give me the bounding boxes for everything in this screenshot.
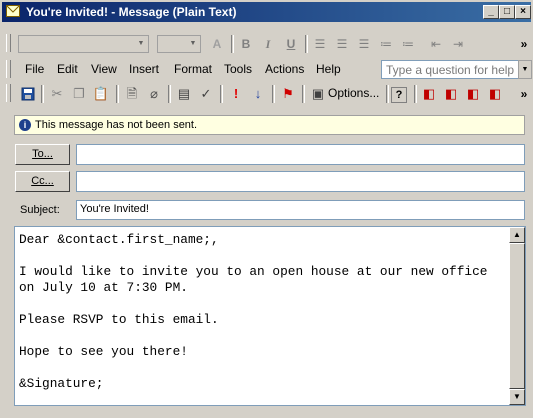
window-title: You're Invited! - Message (Plain Text) [26,5,237,19]
menu-bar: File Edit View Insert Format Tools Actio… [0,56,533,82]
cc-button[interactable]: Cc... [15,171,70,192]
copy-icon[interactable]: ❐ [70,85,88,103]
save-icon[interactable] [19,85,37,103]
menu-insert[interactable]: Insert [129,62,159,76]
align-center-icon[interactable]: ☰ [334,35,350,53]
toolbar-grip[interactable] [6,34,11,52]
align-right-icon[interactable]: ☰ [356,35,372,53]
cc-button-label: Cc... [31,175,54,187]
menu-edit[interactable]: Edit [57,62,78,76]
toolbar-separator [305,35,308,53]
address-book-icon[interactable]: ▤ [175,85,193,103]
minimize-button[interactable]: _ [483,5,499,19]
insert-file-icon[interactable]: 🗎 [123,85,141,103]
subject-field[interactable]: You're Invited! [76,200,525,220]
options-icon[interactable]: ▣ [309,85,327,103]
toolbar-separator [414,85,417,103]
bullets-icon[interactable]: ≔ [378,35,394,53]
toolbar-separator [302,85,305,103]
menu-view[interactable]: View [91,62,117,76]
toolbar-separator [220,85,223,103]
cc-field[interactable] [76,171,525,192]
help-icon[interactable]: ? [391,87,407,103]
flag-icon[interactable]: ⚑ [279,85,297,103]
bold-button[interactable]: B [238,35,254,53]
ask-question-box[interactable]: Type a question for help ▼ [381,60,532,79]
close-button[interactable]: × [515,5,531,19]
toolbar-separator [116,85,119,103]
paperclip-icon[interactable]: ⌀ [145,85,163,103]
menu-help[interactable]: Help [316,62,341,76]
scroll-up-arrow-icon[interactable]: ▲ [509,227,525,243]
low-importance-icon[interactable]: ↓ [249,85,267,103]
envelope-icon [6,5,20,17]
high-importance-icon[interactable]: ! [227,85,245,103]
toolbar-separator [168,85,171,103]
font-color-icon[interactable]: A [207,35,227,53]
options-button[interactable]: Options... [328,86,379,100]
toolbar-separator [41,85,44,103]
menu-actions[interactable]: Actions [265,62,304,76]
decrease-indent-icon[interactable]: ⇤ [428,35,444,53]
increase-indent-icon[interactable]: ⇥ [450,35,466,53]
cut-icon[interactable]: ✂ [48,85,66,103]
formatting-toolbar: ▼ ▼ A B I U ☰ ☰ ☰ ≔ ≔ ⇤ ⇥ » [0,30,533,56]
menu-tools[interactable]: Tools [224,62,252,76]
message-body[interactable]: Dear &contact.first_name;, I would like … [14,226,526,406]
scroll-down-arrow-icon[interactable]: ▼ [509,389,525,405]
chevron-down-icon: ▼ [189,40,197,47]
send-receive-2-icon[interactable]: ◧ [442,85,460,103]
font-size-dropdown[interactable]: ▼ [157,35,201,53]
toolbar-overflow-icon[interactable]: » [518,35,530,53]
paste-icon[interactable]: 📋 [92,85,110,103]
title-bar[interactable]: You're Invited! - Message (Plain Text) _… [2,2,531,22]
numbering-icon[interactable]: ≔ [400,35,416,53]
maximize-button[interactable]: □ [499,5,515,19]
to-button[interactable]: To... [15,144,70,165]
info-icon: i [19,119,31,131]
toolbar-separator [272,85,275,103]
send-receive-4-icon[interactable]: ◧ [486,85,504,103]
to-button-label: To... [32,148,53,160]
info-bar: i This message has not been sent. [14,115,525,135]
send-receive-3-icon[interactable]: ◧ [464,85,482,103]
chevron-down-icon[interactable]: ▼ [518,60,532,79]
ask-question-placeholder: Type a question for help [386,63,515,77]
align-left-icon[interactable]: ☰ [312,35,328,53]
toolbar-grip[interactable] [6,84,11,102]
toolbar-separator [231,35,234,53]
message-body-text[interactable]: Dear &contact.first_name;, I would like … [19,232,509,392]
send-receive-icon[interactable]: ◧ [420,85,438,103]
menu-file[interactable]: File [25,62,44,76]
toolbar-grip[interactable] [6,60,11,78]
toolbar-overflow-icon[interactable]: » [518,85,530,103]
toolbar-separator [386,85,389,103]
scroll-thumb[interactable] [509,243,525,389]
chevron-down-icon: ▼ [137,40,145,47]
style-dropdown[interactable]: ▼ [18,35,149,53]
check-names-icon[interactable]: ✓ [197,85,215,103]
info-message: This message has not been sent. [35,119,198,131]
menu-format[interactable]: Format [174,62,212,76]
to-field[interactable] [76,144,525,165]
vertical-scrollbar[interactable]: ▲ ▼ [509,227,525,405]
subject-label: Subject: [20,204,60,216]
italic-button[interactable]: I [260,35,276,53]
underline-button[interactable]: U [283,35,299,53]
standard-toolbar: ✂ ❐ 📋 🗎 ⌀ ▤ ✓ ! ↓ ⚑ ▣ Options... ? ◧ ◧ ◧… [0,80,533,106]
message-window: You're Invited! - Message (Plain Text) _… [0,0,533,418]
